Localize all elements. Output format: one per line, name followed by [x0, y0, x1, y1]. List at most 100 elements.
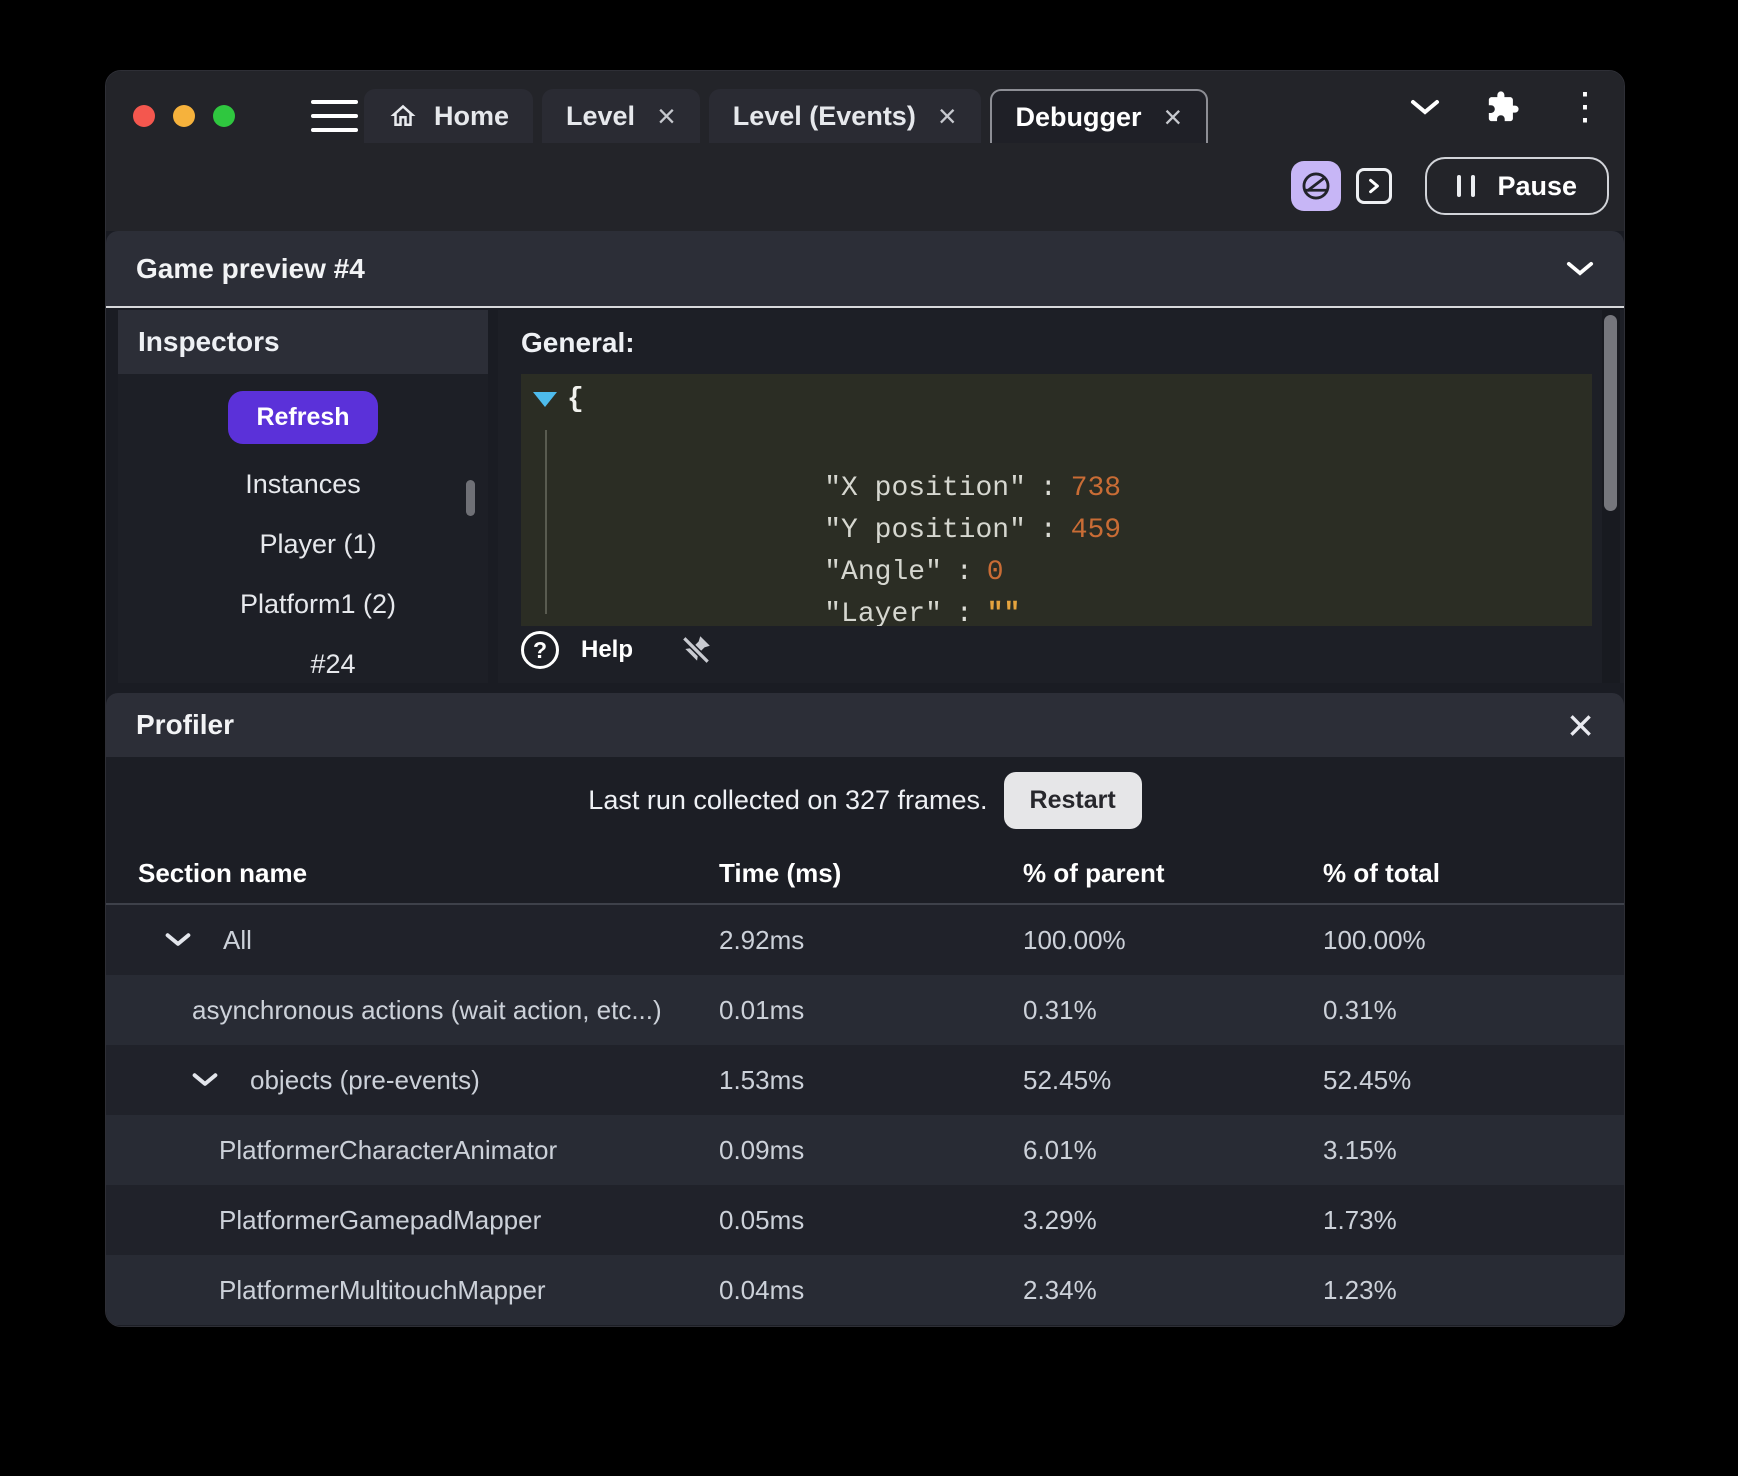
tree-item-label: Platform1 (2) — [239, 589, 397, 619]
profiler-percent-parent-cell: 0.31% — [1023, 994, 1097, 1025]
tab-close-icon[interactable]: × — [938, 100, 957, 132]
game-preview-title: Game preview #4 — [136, 252, 365, 284]
profiler-row[interactable]: asynchronous actions (wait action, etc..… — [106, 975, 1624, 1045]
profiler-percent-total-cell: 0.31% — [1323, 994, 1397, 1025]
json-key: "X position" — [824, 473, 1026, 504]
scrollbar-track[interactable] — [1602, 310, 1620, 683]
minimize-button[interactable] — [173, 105, 195, 127]
profiler-percent-total-cell: 52.45% — [1323, 1064, 1412, 1095]
console-icon[interactable] — [1356, 168, 1393, 204]
tab[interactable]: Level (Events) × — [708, 89, 981, 143]
chevron-down-icon[interactable] — [1566, 261, 1594, 277]
close-icon[interactable]: × — [1567, 702, 1594, 748]
profiler-percent-total-cell: 1.23% — [1323, 1274, 1397, 1305]
profiler-time-cell: 0.09ms — [719, 1134, 805, 1165]
json-colon: : — [1039, 473, 1057, 504]
json-colon: : — [1039, 515, 1057, 546]
debugger-toolbar: Pause — [1291, 157, 1609, 215]
json-open-brace: { — [567, 384, 584, 415]
profiler-percent-parent-cell: 100.00% — [1023, 924, 1126, 955]
scrollbar-thumb[interactable] — [1604, 315, 1617, 511]
profiler-row[interactable]: All 2.92ms 100.00% 100.00% — [106, 905, 1624, 975]
tab[interactable]: Debugger × — [989, 89, 1209, 143]
json-inspector: { "X position":738 "Y position":459 "Ang… — [521, 374, 1592, 626]
inspectors-panel-title: Inspectors — [118, 310, 488, 374]
column-header-section-name: Section name — [138, 857, 308, 888]
profiler-section-name: PlatformerMultitouchMapper — [219, 1274, 546, 1305]
titlebar-actions: ⋮ — [1410, 71, 1604, 143]
help-icon[interactable]: ? — [521, 631, 559, 669]
inspectors-panel: Inspectors Refresh Instances Player (1) … — [118, 310, 488, 683]
app-window: Home × Level × Level (Events) × Debugger… — [105, 70, 1625, 1327]
pause-icon — [1457, 175, 1476, 197]
json-key: "Y position" — [824, 515, 1026, 546]
inspectors-scrollbar-thumb[interactable] — [466, 480, 475, 516]
instances-tree-item[interactable]: #24 — [118, 634, 488, 694]
tab[interactable]: Level × — [542, 89, 700, 143]
json-key: "Layer" — [824, 599, 942, 626]
tab-label: Level (Events) — [732, 100, 916, 131]
profiler-status-row: Last run collected on 327 frames. Restar… — [106, 757, 1624, 843]
instances-tree-item[interactable]: Player (1) — [118, 514, 488, 574]
json-value: 738 — [1070, 473, 1122, 504]
profiler-row[interactable]: PlatformerCharacterAnimator 0.09ms 6.01%… — [106, 1115, 1624, 1185]
restart-button[interactable]: Restart — [1003, 771, 1142, 829]
instances-tree-item[interactable]: Platform1 (2) — [118, 574, 488, 634]
profiler-section-name: objects (pre-events) — [250, 1064, 480, 1095]
general-panel-title: General: — [521, 327, 635, 358]
chevron-down-icon[interactable] — [165, 932, 191, 948]
pause-button[interactable]: Pause — [1425, 157, 1609, 215]
column-header-percent-parent: % of parent — [1023, 857, 1165, 888]
json-property: "X position":738 — [589, 426, 1582, 504]
zoom-button[interactable] — [213, 105, 235, 127]
profiler-percent-parent-cell: 2.34% — [1023, 1274, 1097, 1305]
tree-item-label: Instances — [245, 469, 361, 499]
json-colon: : — [955, 599, 973, 626]
profiler-percent-parent-cell: 52.45% — [1023, 1064, 1112, 1095]
profiler-percent-total-cell: 100.00% — [1323, 924, 1426, 955]
tab[interactable]: Home × — [364, 89, 534, 143]
window-controls — [133, 105, 235, 127]
profiler-section-name: PlatformerGamepadMapper — [219, 1204, 542, 1235]
json-root: { — [533, 384, 584, 415]
kebab-menu-icon[interactable]: ⋮ — [1566, 88, 1604, 126]
tree-item-label: Player (1) — [259, 529, 377, 559]
chevron-down-icon[interactable] — [1410, 99, 1440, 116]
close-button[interactable] — [133, 105, 155, 127]
tab-close-icon[interactable]: × — [1164, 101, 1183, 133]
help-label[interactable]: Help — [581, 636, 633, 664]
chevron-down-icon[interactable] — [192, 1072, 218, 1088]
collapse-caret-icon[interactable] — [533, 392, 557, 407]
profiler-gauge-icon[interactable] — [1291, 161, 1342, 211]
profiler-percent-parent-cell: 6.01% — [1023, 1134, 1097, 1165]
menu-icon[interactable] — [311, 100, 358, 132]
json-indent-guide — [545, 430, 547, 614]
profiler-row[interactable]: PlatformerGamepadMapper 0.05ms 3.29% 1.7… — [106, 1185, 1624, 1255]
tab-label: Debugger — [1015, 101, 1142, 132]
extensions-puzzle-icon[interactable] — [1486, 90, 1520, 124]
profiler-time-cell: 0.05ms — [719, 1204, 805, 1235]
profiler-panel: Profiler × Last run collected on 327 fra… — [106, 693, 1624, 1326]
profiler-row[interactable]: objects (pre-events) 1.53ms 52.45% 52.45… — [106, 1045, 1624, 1115]
titlebar: Home × Level × Level (Events) × Debugger… — [106, 71, 1624, 231]
profiler-row[interactable]: PlatformerMultitouchMapper 0.04ms 2.34% … — [106, 1255, 1624, 1325]
debugger-content: Inspectors Refresh Instances Player (1) … — [106, 310, 1624, 683]
profiler-time-cell: 0.01ms — [719, 994, 805, 1025]
profiler-section-name: asynchronous actions (wait action, etc..… — [192, 994, 662, 1025]
instances-tree-item[interactable]: Instances — [118, 454, 488, 514]
profiler-section-name: All — [223, 924, 252, 955]
tab-close-icon[interactable]: × — [657, 100, 676, 132]
profiler-section-name: PlatformerCharacterAnimator — [219, 1134, 558, 1165]
profiler-title: Profiler — [136, 709, 235, 740]
profiler-percent-total-cell: 3.15% — [1323, 1134, 1397, 1165]
profiler-percent-parent-cell: 3.29% — [1023, 1204, 1097, 1235]
unpin-icon[interactable] — [679, 633, 713, 667]
instances-tree: Instances Player (1) Platform1 (2) #24 — [118, 454, 488, 694]
tab-bar: Home × Level × Level (Events) × Debugger… — [364, 89, 1209, 143]
game-preview-header[interactable]: Game preview #4 — [106, 231, 1624, 308]
tree-item-label: #24 — [310, 649, 356, 679]
profiler-time-cell: 0.04ms — [719, 1274, 805, 1305]
profiler-header: Profiler × — [106, 693, 1624, 757]
refresh-button[interactable]: Refresh — [228, 391, 378, 444]
tab-label: Level — [566, 100, 636, 131]
